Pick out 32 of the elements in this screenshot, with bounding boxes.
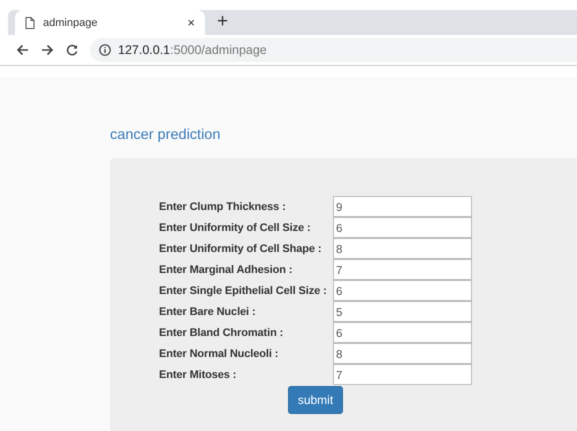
input-field[interactable]: 8 bbox=[333, 343, 472, 364]
browser-tab[interactable]: adminpage × bbox=[15, 10, 205, 35]
field-label: Enter Uniformity of Cell Shape : bbox=[159, 242, 322, 254]
input-field[interactable]: 8 bbox=[333, 238, 472, 259]
document-icon bbox=[25, 16, 35, 28]
info-icon bbox=[99, 44, 111, 56]
submit-button[interactable]: submit bbox=[288, 386, 343, 414]
field-label: Enter Uniformity of Cell Size : bbox=[159, 222, 312, 234]
input-field[interactable]: 6 bbox=[333, 280, 472, 301]
field-label: Enter Normal Nucleoli : bbox=[159, 348, 280, 360]
reload-icon[interactable] bbox=[66, 44, 78, 56]
field-label: Enter Single Epithelial Cell Size : bbox=[159, 284, 328, 296]
input-field[interactable]: 5 bbox=[333, 301, 472, 322]
close-tab-button[interactable]: × bbox=[187, 15, 195, 30]
input-field[interactable]: 9 bbox=[333, 196, 472, 217]
tab-title: adminpage bbox=[43, 16, 98, 28]
field-label: Enter Bare Nuclei : bbox=[159, 306, 257, 318]
input-field[interactable]: 6 bbox=[333, 217, 472, 238]
field-label: Enter Marginal Adhesion : bbox=[159, 264, 294, 276]
forward-arrow-icon[interactable] bbox=[41, 44, 54, 56]
address-bar[interactable]: 127.0.0.1:5000/adminpage bbox=[90, 38, 577, 62]
field-label: Enter Clump Thickness : bbox=[159, 200, 287, 212]
input-field[interactable]: 7 bbox=[333, 364, 472, 385]
page-heading: cancer prediction bbox=[110, 127, 220, 143]
input-field[interactable]: 6 bbox=[333, 322, 472, 343]
input-field[interactable]: 7 bbox=[333, 259, 472, 280]
url-host: 127.0.0.1 bbox=[118, 43, 170, 57]
field-label: Enter Bland Chromatin : bbox=[159, 326, 284, 338]
new-tab-button[interactable]: + bbox=[217, 11, 228, 33]
back-arrow-icon[interactable] bbox=[16, 44, 29, 56]
field-label: Enter Mitoses : bbox=[159, 368, 238, 380]
url-path: :5000/adminpage bbox=[170, 43, 267, 57]
